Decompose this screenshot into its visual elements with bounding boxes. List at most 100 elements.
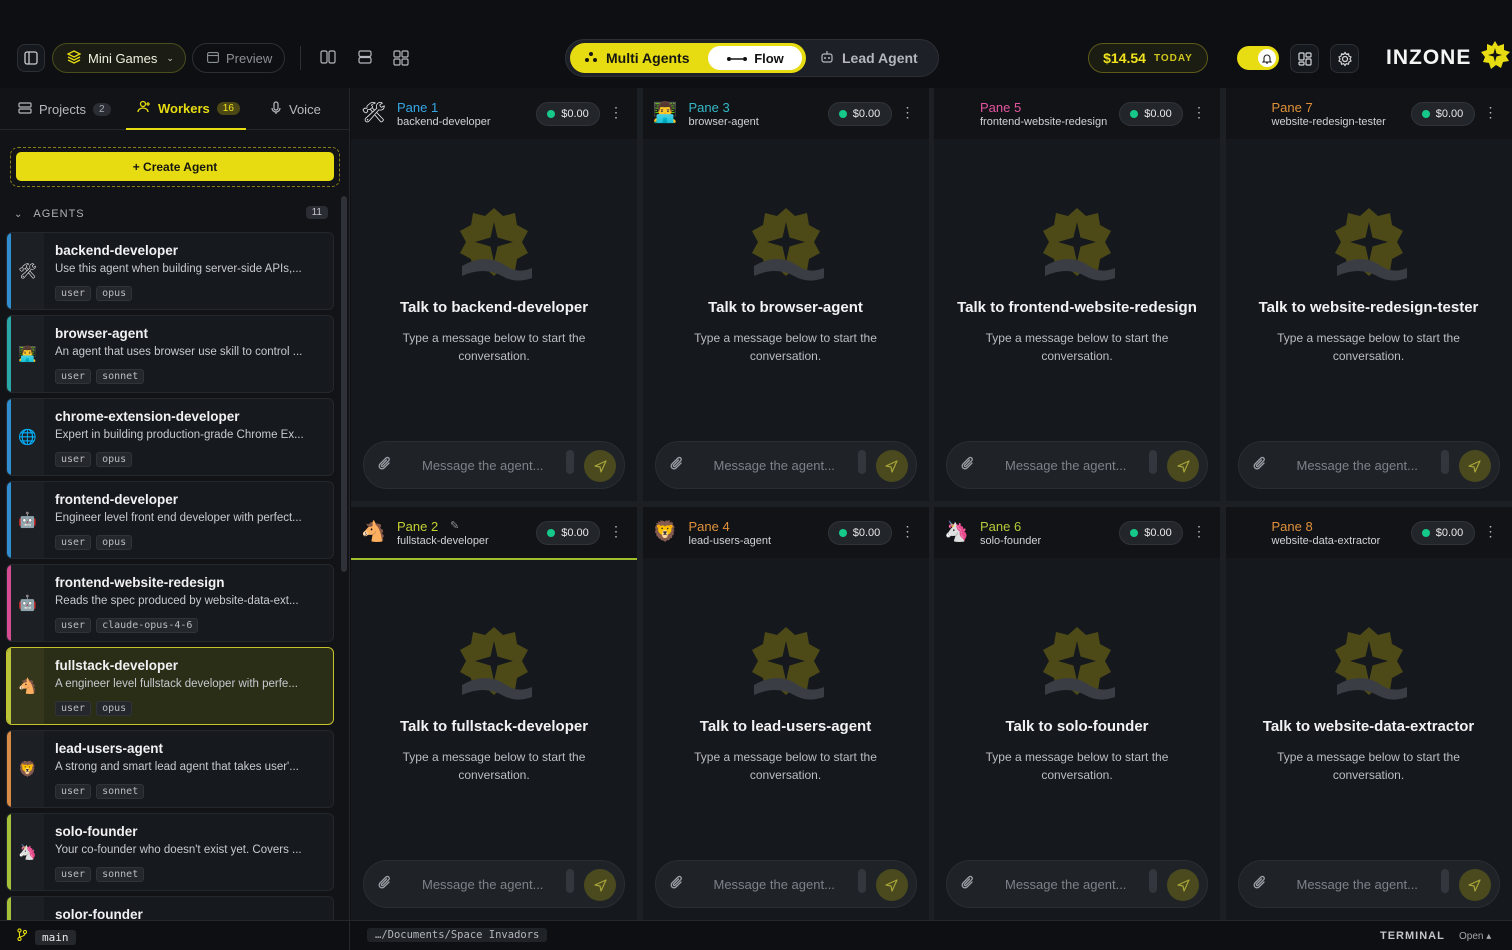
- grid-layout-icon[interactable]: [393, 50, 409, 71]
- agent-card[interactable]: 🦄 solo-founder Your co-founder who doesn…: [6, 813, 334, 891]
- agent-pane[interactable]: 🦄 Pane 6 solo-founder $0.00 ⋮ Talk to so…: [934, 507, 1220, 920]
- divider: [300, 46, 301, 70]
- pane-talk-heading: Talk to backend-developer: [399, 299, 589, 316]
- send-icon[interactable]: [584, 450, 616, 482]
- pane-header: 🛠 Pane 1 backend-developer $0.00 ⋮: [351, 88, 637, 139]
- more-vertical-icon[interactable]: ⋮: [901, 104, 915, 121]
- message-input[interactable]: Message the agent...: [363, 441, 625, 489]
- agent-card[interactable]: 🦁 lead-users-agent A strong and smart le…: [6, 730, 334, 808]
- send-icon[interactable]: [1458, 450, 1491, 482]
- pane-title[interactable]: Pane 8: [1272, 519, 1313, 534]
- pane-agent-name: lead-users-agent: [688, 535, 772, 547]
- input-scroll-indicator: [1149, 869, 1157, 893]
- pane-title[interactable]: Pane 1: [397, 100, 438, 115]
- pane-cost: $0.00: [561, 527, 589, 539]
- paperclip-icon[interactable]: [1253, 875, 1267, 895]
- pane-title[interactable]: Pane 4: [689, 519, 730, 534]
- more-vertical-icon[interactable]: ⋮: [609, 523, 623, 540]
- agent-card[interactable]: 🤖 frontend-website-redesign Reads the sp…: [6, 564, 334, 642]
- agent-tags: user sonnet: [55, 867, 145, 882]
- send-icon[interactable]: [875, 869, 908, 901]
- agent-pane[interactable]: Pane 5 frontend-website-redesign $0.00 ⋮…: [934, 88, 1220, 501]
- send-icon[interactable]: [1167, 450, 1199, 482]
- pane-title[interactable]: Pane 7: [1272, 100, 1313, 115]
- rows-layout-icon[interactable]: [357, 50, 373, 69]
- sidebar-toggle-icon[interactable]: [17, 44, 45, 72]
- pane-title[interactable]: Pane 6: [980, 519, 1021, 534]
- message-input[interactable]: Message the agent...: [946, 860, 1208, 908]
- message-placeholder: Message the agent...: [713, 458, 835, 473]
- sidebar-scrollbar[interactable]: [341, 196, 347, 572]
- edit-pencil-icon[interactable]: ✎: [450, 519, 459, 532]
- agent-card[interactable]: 🤖 frontend-developer Engineer level fron…: [6, 481, 334, 559]
- terminal-label[interactable]: TERMINAL: [1380, 930, 1445, 942]
- project-selector[interactable]: Mini Games ⌄: [52, 43, 186, 73]
- agent-list: 🛠 backend-developer Use this agent when …: [6, 232, 334, 920]
- create-agent-button[interactable]: + Create Agent: [16, 152, 334, 181]
- pane-cost: $0.00: [852, 527, 881, 539]
- paperclip-icon[interactable]: [670, 875, 684, 895]
- agent-card[interactable]: 🛠 backend-developer Use this agent when …: [6, 232, 334, 310]
- paperclip-icon[interactable]: [670, 456, 684, 476]
- more-vertical-icon[interactable]: ⋮: [609, 104, 623, 121]
- agents-section-header[interactable]: ⌄ AGENTS 11: [14, 206, 328, 221]
- message-placeholder: Message the agent...: [1005, 458, 1127, 473]
- chevron-down-icon: ⌄: [14, 208, 24, 220]
- more-vertical-icon[interactable]: ⋮: [901, 523, 915, 540]
- pane-header: Pane 5 frontend-website-redesign $0.00 ⋮: [934, 88, 1220, 139]
- message-input[interactable]: Message the agent...: [946, 441, 1208, 489]
- status-dot: [1130, 529, 1139, 537]
- paperclip-icon[interactable]: [1253, 456, 1267, 476]
- agent-pane[interactable]: Pane 7 website-redesign-tester $0.00 ⋮ T…: [1225, 88, 1512, 501]
- agent-card[interactable]: 👨‍💻 browser-agent An agent that uses bro…: [6, 315, 334, 393]
- tab-workers-label: Workers: [158, 100, 210, 116]
- columns-layout-icon[interactable]: [320, 50, 336, 69]
- more-vertical-icon[interactable]: ⋮: [1192, 104, 1206, 121]
- tab-workers[interactable]: Workers 16: [126, 88, 246, 130]
- agent-card[interactable]: 🐴 fullstack-developer A engineer level f…: [6, 647, 334, 725]
- send-icon[interactable]: [1167, 869, 1199, 901]
- more-vertical-icon[interactable]: ⋮: [1484, 104, 1498, 121]
- pane-agent-name: solo-founder: [980, 535, 1042, 547]
- agent-pane[interactable]: 🦁 Pane 4 lead-users-agent $0.00 ⋮ Talk t…: [642, 507, 929, 920]
- message-input[interactable]: Message the agent...: [1237, 860, 1500, 908]
- dashboard-icon[interactable]: [1290, 44, 1319, 73]
- agent-pane[interactable]: 👨‍💻 Pane 3 browser-agent $0.00 ⋮ Talk to…: [642, 88, 929, 501]
- message-input[interactable]: Message the agent...: [363, 860, 625, 908]
- paperclip-icon[interactable]: [961, 875, 975, 895]
- agent-pane[interactable]: Pane 8 website-data-extractor $0.00 ⋮ Ta…: [1225, 507, 1512, 920]
- more-vertical-icon[interactable]: ⋮: [1484, 523, 1498, 540]
- pane-title[interactable]: Pane 3: [689, 100, 730, 115]
- multi-agents-tab[interactable]: Multi Agents Flow: [570, 43, 806, 73]
- message-input[interactable]: Message the agent...: [1237, 441, 1500, 489]
- status-dot: [838, 529, 847, 537]
- pane-empty-state: Talk to website-data-extractor Type a me…: [1226, 559, 1512, 857]
- message-input[interactable]: Message the agent...: [654, 860, 917, 908]
- notifications-toggle[interactable]: [1237, 46, 1279, 70]
- lead-agent-tab[interactable]: Lead Agent: [820, 43, 918, 73]
- paperclip-icon[interactable]: [961, 456, 975, 476]
- more-vertical-icon[interactable]: ⋮: [1192, 523, 1206, 540]
- agent-pane[interactable]: 🐴 Pane 2 ✎ fullstack-developer $0.00 ⋮ T…: [351, 507, 637, 920]
- terminal-open-button[interactable]: Open ▴: [1459, 931, 1491, 942]
- preview-button[interactable]: Preview: [192, 43, 285, 73]
- paperclip-icon[interactable]: [378, 456, 392, 476]
- pane-title[interactable]: Pane 5: [980, 100, 1021, 115]
- git-branch[interactable]: main: [17, 928, 76, 946]
- agent-card[interactable]: 🌐 chrome-extension-developer Expert in b…: [6, 398, 334, 476]
- tab-voice[interactable]: Voice: [270, 88, 321, 130]
- sidebar-tabs: Projects 2 Workers 16 Voice: [0, 88, 350, 130]
- agent-tags: user opus: [55, 286, 133, 301]
- tab-projects[interactable]: Projects 2: [18, 88, 111, 130]
- paperclip-icon[interactable]: [378, 875, 392, 895]
- agent-card[interactable]: solor-founder: [6, 896, 334, 920]
- pane-avatar-icon: 🦄: [944, 521, 969, 543]
- send-icon[interactable]: [1458, 869, 1491, 901]
- send-icon[interactable]: [584, 869, 616, 901]
- send-icon[interactable]: [875, 450, 908, 482]
- agent-pane[interactable]: 🛠 Pane 1 backend-developer $0.00 ⋮ Talk …: [351, 88, 637, 501]
- message-input[interactable]: Message the agent...: [654, 441, 917, 489]
- pane-title[interactable]: Pane 2: [397, 519, 438, 534]
- flow-toggle[interactable]: Flow: [708, 46, 802, 70]
- gear-icon[interactable]: [1330, 44, 1359, 73]
